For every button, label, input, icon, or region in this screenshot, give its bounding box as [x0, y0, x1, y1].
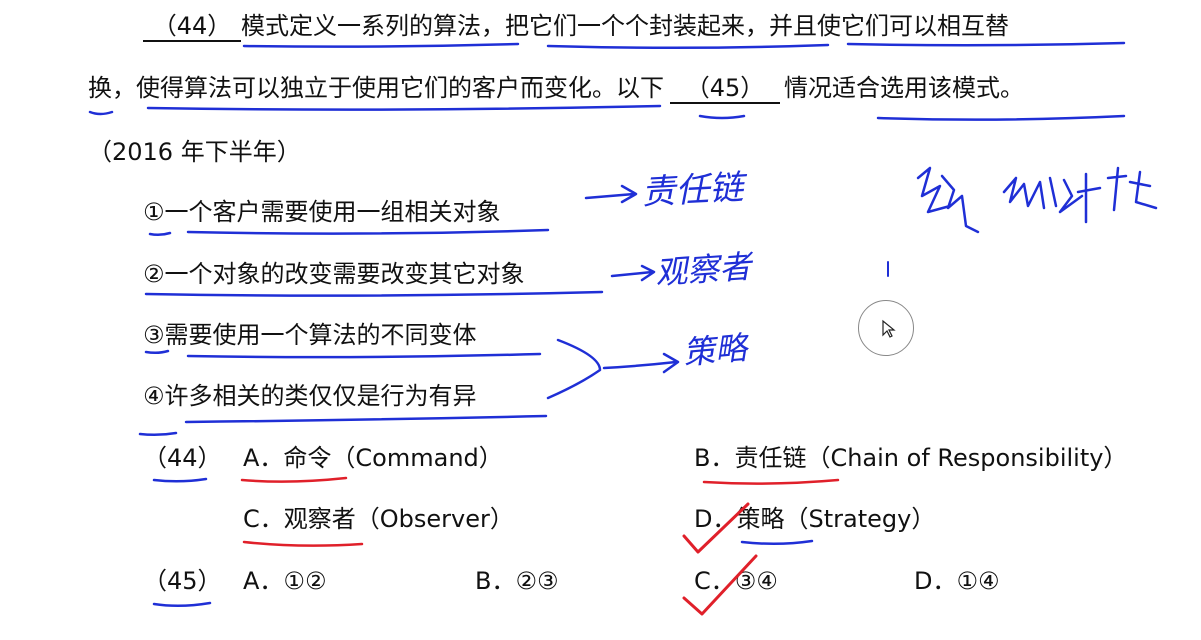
q45-number: （45）: [143, 567, 222, 595]
q44-option-d-text: 策略（Strategy）: [736, 505, 936, 533]
condition-3: ③需要使用一个算法的不同变体: [143, 321, 477, 349]
question-text-1: 模式定义一系列的算法，把它们一个个封装起来，并且使它们可以相互替: [241, 12, 1009, 40]
cursor-arrow-icon: [882, 319, 896, 338]
ink-underline: [88, 110, 114, 116]
q44-option-c-letter: C．: [243, 505, 284, 533]
q45-option-b-text: ②③: [515, 567, 559, 595]
condition-1: ①一个客户需要使用一组相关对象: [143, 198, 501, 226]
condition-4: ④许多相关的类仅仅是行为有异: [143, 382, 477, 410]
q45-option-a-text: ①②: [283, 567, 327, 595]
ink-scribble: [1002, 166, 1158, 224]
ink-underline: [876, 114, 1126, 121]
q44-option-a-text: 命令（Command）: [283, 444, 503, 472]
q45-option-a: A．①②: [243, 565, 326, 597]
ink-underline: [846, 41, 1126, 47]
q45-option-c-text: ③④: [734, 567, 778, 595]
ink-underline: [740, 539, 814, 546]
q45-option-d-text: ①④: [956, 567, 1000, 595]
question-text-2a: 换，使得算法可以独立于使用它们的客户而变化。以下: [88, 74, 664, 102]
q44-option-d: D．策略（Strategy）: [694, 503, 935, 535]
question-text-2b: 情况适合选用该模式。: [784, 74, 1024, 102]
ink-arrow: [610, 264, 656, 282]
q44-option-b-text: 责任链（Chain of Responsibility）: [734, 444, 1128, 472]
q45-option-d-letter: D．: [914, 567, 957, 595]
ink-underline: [698, 114, 746, 120]
question-source: （2016 年下半年）: [88, 138, 301, 166]
condition-2: ②一个对象的改变需要改变其它对象: [143, 260, 525, 288]
q44-option-b: B．责任链（Chain of Responsibility）: [694, 442, 1127, 474]
ink-underline: [144, 290, 604, 297]
q45-option-b: B．②③: [475, 565, 559, 597]
ink-red-underline: [242, 540, 364, 547]
ink-underline: [546, 43, 830, 50]
question-line-1: （44） 模式定义一系列的算法，把它们一个个封装起来，并且使它们可以相互替: [143, 10, 1009, 42]
q44-option-b-letter: B．: [694, 444, 735, 472]
ink-red-underline: [702, 478, 840, 485]
ink-underline: [152, 601, 212, 607]
blank-44: （44）: [143, 12, 241, 42]
ink-red-underline: [240, 476, 348, 483]
ink-underline: [138, 431, 178, 437]
note-observer: 观察者: [654, 247, 755, 292]
ink-arrow: [546, 338, 680, 400]
q44-option-a-letter: A．: [243, 444, 284, 472]
q45-option-d: D．①④: [914, 565, 1000, 597]
q45-option-b-letter: B．: [475, 567, 516, 595]
q45-option-a-letter: A．: [243, 567, 284, 595]
ink-underline: [152, 477, 208, 483]
ink-arrow: [584, 184, 638, 204]
ink-underline: [184, 414, 548, 424]
ink-underline: [186, 352, 542, 359]
q44-number: （44）: [143, 444, 222, 472]
q45-option-c: C．③④: [694, 565, 778, 597]
q44-option-c: C．观察者（Observer）: [243, 503, 514, 535]
note-strategy: 策略: [681, 328, 752, 372]
q44-option-c-text: 观察者（Observer）: [283, 505, 514, 533]
mouse-cursor-highlight: [858, 300, 914, 356]
ink-underline: [186, 228, 550, 235]
q45-option-c-letter: C．: [694, 567, 735, 595]
q44-option-d-letter: D．: [694, 505, 737, 533]
question-line-2: 换，使得算法可以独立于使用它们的客户而变化。以下 （45） 情况适合选用该模式。: [88, 72, 1024, 104]
ink-underline: [144, 349, 170, 355]
note-chain-of-responsibility: 责任链: [640, 167, 749, 213]
ink-underline: [148, 231, 172, 237]
ink-underline: [242, 42, 520, 48]
q44-option-a: A．命令（Command）: [243, 442, 503, 474]
ink-underline: [146, 104, 662, 111]
blank-45: （45）: [670, 74, 780, 104]
ink-scribble: [916, 166, 980, 234]
